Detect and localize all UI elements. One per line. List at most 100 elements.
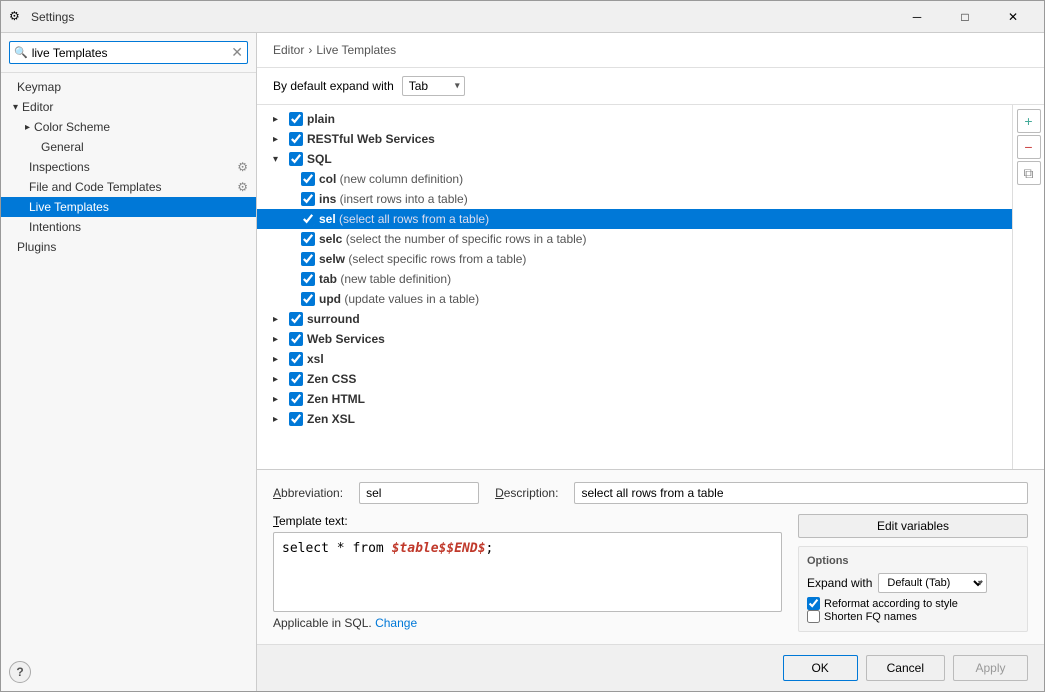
reformat-checkbox[interactable] [807, 597, 820, 610]
restful-chevron: ▸ [273, 134, 285, 145]
color-scheme-label: Color Scheme [34, 120, 110, 134]
template-item-zen-html[interactable]: ▸ Zen HTML [257, 389, 1012, 409]
file-code-templates-gear-icon: ⚙ [237, 180, 248, 194]
template-text-left: Template text: select * from $table$$END… [273, 514, 782, 632]
template-item-plain[interactable]: ▸ plain [257, 109, 1012, 129]
restful-name: RESTful Web Services [307, 132, 435, 146]
abbreviation-label: Abbreviation: [273, 486, 343, 500]
selw-checkbox[interactable] [301, 252, 315, 266]
web-services-chevron: ▸ [273, 334, 285, 345]
window-title: Settings [31, 10, 894, 24]
search-input[interactable] [32, 46, 232, 60]
web-services-checkbox[interactable] [289, 332, 303, 346]
template-item-col[interactable]: col (new column definition) [257, 169, 1012, 189]
abbreviation-input[interactable] [359, 482, 479, 504]
shorten-checkbox[interactable] [807, 610, 820, 623]
ins-checkbox[interactable] [301, 192, 315, 206]
ins-name: ins [319, 192, 336, 206]
template-item-tab[interactable]: tab (new table definition) [257, 269, 1012, 289]
expand-with-select[interactable]: Default (Tab) Tab Enter Space [878, 573, 987, 593]
description-input[interactable] [574, 482, 1028, 504]
applicable-change-link[interactable]: Change [375, 616, 417, 630]
ok-button[interactable]: OK [783, 655, 858, 681]
template-item-sel[interactable]: sel (select all rows from a table) [257, 209, 1012, 229]
sidebar-item-intentions[interactable]: Intentions [1, 217, 256, 237]
xsl-checkbox[interactable] [289, 352, 303, 366]
sidebar-item-plugins[interactable]: Plugins [1, 237, 256, 257]
search-clear-icon[interactable]: ✕ [231, 44, 243, 61]
inspections-label: Inspections [29, 160, 90, 174]
col-checkbox[interactable] [301, 172, 315, 186]
template-item-ins[interactable]: ins (insert rows into a table) [257, 189, 1012, 209]
col-desc: (new column definition) [336, 172, 463, 186]
sidebar-item-file-code-templates[interactable]: File and Code Templates ⚙ [1, 177, 256, 197]
zen-xsl-checkbox[interactable] [289, 412, 303, 426]
sql-name: SQL [307, 152, 332, 166]
template-item-selw[interactable]: selw (select specific rows from a table) [257, 249, 1012, 269]
options-box: Options Expand with Default (Tab) Tab En… [798, 546, 1028, 632]
title-bar-controls: ─ □ ✕ [894, 2, 1036, 32]
template-item-selc[interactable]: selc (select the number of specific rows… [257, 229, 1012, 249]
plain-name: plain [307, 112, 335, 126]
zen-css-checkbox[interactable] [289, 372, 303, 386]
code-select-keyword: select [282, 541, 329, 556]
sel-name: sel [319, 212, 336, 226]
zen-css-chevron: ▸ [273, 374, 285, 385]
sidebar-item-inspections[interactable]: Inspections ⚙ [1, 157, 256, 177]
restful-checkbox[interactable] [289, 132, 303, 146]
tab-checkbox[interactable] [301, 272, 315, 286]
applicable-row: Applicable in SQL. Change [273, 616, 782, 630]
cancel-button[interactable]: Cancel [866, 655, 945, 681]
zen-html-chevron: ▸ [273, 394, 285, 405]
minimize-button[interactable]: ─ [894, 2, 940, 32]
plain-checkbox[interactable] [289, 112, 303, 126]
expand-select[interactable]: Tab Enter Space [402, 76, 465, 96]
code-from-keyword: from [352, 541, 383, 556]
apply-button[interactable]: Apply [953, 655, 1028, 681]
plain-chevron: ▸ [273, 114, 285, 125]
sel-checkbox[interactable] [301, 212, 315, 226]
remove-template-button[interactable]: − [1017, 135, 1041, 159]
selc-checkbox[interactable] [301, 232, 315, 246]
description-underline-char: D [495, 486, 504, 500]
template-item-surround[interactable]: ▸ surround [257, 309, 1012, 329]
zen-xsl-name: Zen XSL [307, 412, 355, 426]
code-editor[interactable]: select * from $table$$END$; [273, 532, 782, 612]
sql-checkbox[interactable] [289, 152, 303, 166]
copy-template-button[interactable]: ⧉ [1017, 161, 1041, 185]
close-button[interactable]: ✕ [990, 2, 1036, 32]
template-text-label: Template text: [273, 514, 782, 528]
template-item-zen-css[interactable]: ▸ Zen CSS [257, 369, 1012, 389]
template-item-zen-xsl[interactable]: ▸ Zen XSL [257, 409, 1012, 429]
abbrev-row: Abbreviation: Description: [273, 482, 1028, 504]
main-content: Editor › Live Templates By default expan… [257, 33, 1044, 691]
zen-html-checkbox[interactable] [289, 392, 303, 406]
dialog-buttons: OK Cancel Apply [257, 644, 1044, 691]
surround-checkbox[interactable] [289, 312, 303, 326]
maximize-button[interactable]: □ [942, 2, 988, 32]
edit-variables-button[interactable]: Edit variables [798, 514, 1028, 538]
template-item-upd[interactable]: upd (update values in a table) [257, 289, 1012, 309]
sidebar-item-editor[interactable]: ▾ Editor [1, 97, 256, 117]
sidebar-item-live-templates[interactable]: Live Templates [1, 197, 256, 217]
reformat-label: Reformat according to style [824, 598, 958, 610]
add-template-button[interactable]: + [1017, 109, 1041, 133]
sidebar-item-keymap[interactable]: Keymap [1, 77, 256, 97]
breadcrumb: Editor › Live Templates [257, 33, 1044, 68]
template-text-underline-char: T [273, 514, 279, 528]
template-item-xsl[interactable]: ▸ xsl [257, 349, 1012, 369]
template-text-right: Edit variables Options Expand with Defau… [798, 514, 1028, 632]
template-item-web-services[interactable]: ▸ Web Services [257, 329, 1012, 349]
upd-checkbox[interactable] [301, 292, 315, 306]
sidebar-item-color-scheme[interactable]: ▸ Color Scheme [1, 117, 256, 137]
applicable-context: SQL. [344, 616, 371, 630]
surround-chevron: ▸ [273, 314, 285, 325]
search-icon: 🔍 [14, 46, 28, 59]
settings-window: ⚙ Settings ─ □ ✕ 🔍 ✕ Keymap [0, 0, 1045, 692]
template-item-sql[interactable]: ▾ SQL [257, 149, 1012, 169]
breadcrumb-live-templates: Live Templates [316, 43, 396, 57]
sidebar-item-general[interactable]: General [1, 137, 256, 157]
zen-xsl-chevron: ▸ [273, 414, 285, 425]
help-button[interactable]: ? [9, 661, 31, 683]
template-item-restful[interactable]: ▸ RESTful Web Services [257, 129, 1012, 149]
